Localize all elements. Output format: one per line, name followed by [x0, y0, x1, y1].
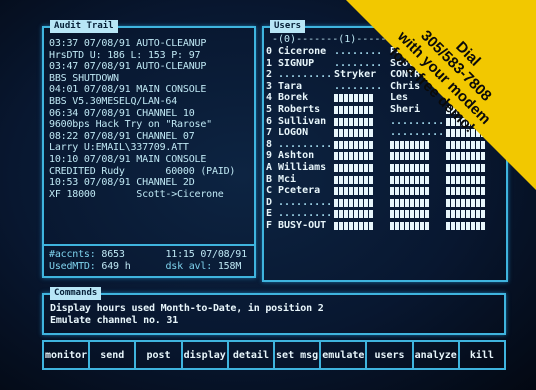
- usedmtd-value: 649 h: [101, 260, 131, 272]
- slot-id: D: [266, 196, 273, 208]
- slot-id: 0: [266, 46, 273, 57]
- audit-trail-title: Audit Trail: [50, 20, 118, 33]
- accounts-stat-row: #accnts: 8653 11:15 07/08/91: [49, 249, 250, 261]
- audit-divider: [44, 244, 254, 246]
- audit-log-line: XF 18000 Scott->Cicerone: [49, 188, 224, 200]
- slot-id: C: [266, 185, 273, 197]
- audit-log-line: HrsDTD U: 186 L: 153 P: 97: [49, 49, 201, 61]
- emulate-button[interactable]: emulate: [321, 342, 368, 368]
- busy-block: [446, 210, 486, 219]
- terminal-screen: Audit Trail 03:37 07/08/91 AUTO-CLEANUP …: [0, 0, 536, 390]
- command-output: Display hours used Month-to-Date, in pos…: [50, 303, 324, 326]
- busy-block: [334, 210, 374, 219]
- clock-time: 11:15 07/08/91: [165, 249, 247, 260]
- audit-log-line: CREDITED Rudy 60000 (PAID): [49, 165, 236, 177]
- busy-block: [334, 221, 374, 230]
- monitor-button[interactable]: monitor: [44, 342, 91, 368]
- audit-log-line: 10:53 07/08/91 CHANNEL 2D: [49, 177, 195, 189]
- user-slot-col0: .........: [278, 69, 330, 81]
- slot-id: 1: [266, 57, 273, 69]
- user-slot-col0: .........: [278, 138, 330, 150]
- users-title: Users: [270, 20, 306, 33]
- slot-id: 9: [266, 150, 273, 162]
- audit-log-line: 10:10 07/08/91 MAIN CONSOLE: [49, 153, 207, 165]
- slot-id: 6: [266, 115, 273, 127]
- slot-id: 5: [266, 103, 273, 115]
- usedmtd-label: UsedMTD:: [49, 260, 96, 272]
- accnts-label: #accnts:: [49, 249, 96, 260]
- audit-log-line: 03:37 07/08/91 AUTO-CLEANUP: [49, 38, 207, 49]
- detail-button[interactable]: detail: [229, 342, 276, 368]
- audit-trail-panel: Audit Trail 03:37 07/08/91 AUTO-CLEANUP …: [42, 20, 256, 278]
- busy-block: [390, 221, 430, 230]
- user-slot-row[interactable]: E.........: [266, 208, 504, 220]
- user-slot-col0: Mci: [278, 173, 297, 185]
- user-slot-col2: [390, 220, 442, 234]
- user-slot-col0: Cicerone: [278, 46, 327, 57]
- slot-id: E: [266, 208, 273, 220]
- display-button[interactable]: display: [183, 342, 229, 368]
- command-line: Emulate channel no. 31: [50, 314, 179, 326]
- busy-block: [390, 210, 430, 219]
- command-line: Display hours used Month-to-Date, in pos…: [50, 303, 324, 314]
- user-slot-col0: .........: [278, 208, 330, 220]
- user-slot-col0: Borek: [278, 92, 309, 104]
- user-slot-col0: .........: [278, 196, 330, 208]
- audit-log-line: 04:01 07/08/91 MAIN CONSOLE: [49, 84, 207, 96]
- busy-block: [390, 198, 430, 207]
- user-slot-col0: Roberts: [278, 103, 321, 115]
- user-slot-col0: Ashton: [278, 150, 315, 162]
- audit-log-line: Larry U:EMAIL\337709.ATT: [49, 142, 189, 154]
- audit-log-line: 03:47 07/08/91 AUTO-CLEANUP: [49, 61, 207, 73]
- user-slot-col1: [334, 220, 384, 234]
- send-button[interactable]: send: [90, 342, 137, 368]
- post-button[interactable]: post: [136, 342, 183, 368]
- audit-log-line: BBS SHUTDOWN: [49, 72, 119, 84]
- audit-stats: #accnts: 8653 11:15 07/08/91 UsedMTD: 64…: [49, 249, 250, 272]
- busy-block: [446, 198, 486, 207]
- commands-title: Commands: [50, 287, 102, 300]
- audit-log-line: 08:22 07/08/91 CHANNEL 07: [49, 130, 195, 142]
- user-slot-col3: [446, 220, 502, 234]
- audit-log-line: 06:34 07/08/91 CHANNEL 10: [49, 107, 195, 119]
- users-button[interactable]: users: [367, 342, 414, 368]
- set-msg-button[interactable]: set msg: [275, 342, 322, 368]
- user-slot-row[interactable]: F BUSY-OUT: [266, 220, 504, 232]
- slot-id: A: [266, 161, 273, 173]
- kill-button[interactable]: kill: [460, 342, 504, 368]
- busy-block: [446, 221, 486, 230]
- user-slot-col0: Tara: [278, 80, 303, 92]
- user-slot-col0: Williams: [278, 161, 327, 173]
- user-slot-col0: Pcetera: [278, 185, 321, 197]
- audit-log-line: BBS V5.30MESELQ/LAN-64: [49, 95, 178, 107]
- slot-id: 4: [266, 92, 273, 104]
- user-slot-col0: Sullivan: [278, 115, 327, 127]
- analyze-button[interactable]: analyze: [414, 342, 460, 368]
- dsk-value: 158M: [217, 260, 242, 272]
- commands-panel: Commands Display hours used Month-to-Dat…: [42, 287, 506, 335]
- user-slot-col0: BUSY-OUT: [278, 219, 327, 231]
- slot-id: F: [266, 219, 273, 231]
- slot-id: 3: [266, 80, 273, 92]
- slot-id: 7: [266, 127, 273, 139]
- slot-id: 8: [266, 138, 273, 150]
- function-key-bar: monitor send post display detail set msg…: [42, 340, 506, 370]
- audit-log-list: 03:37 07/08/91 AUTO-CLEANUP HrsDTD U: 18…: [49, 38, 250, 200]
- busy-block: [334, 198, 374, 207]
- accnts-value: 8653: [101, 249, 125, 260]
- user-slot-col0: LOGON: [278, 127, 309, 139]
- usage-stat-row: UsedMTD: 649 h dsk avl: 158M: [49, 261, 250, 273]
- slot-id: 2: [266, 69, 273, 81]
- user-slot-row[interactable]: D.........: [266, 197, 504, 209]
- audit-log-line: 9600bps Hack Try on "Rarose": [49, 119, 212, 131]
- slot-id: B: [266, 173, 273, 185]
- dsk-label: dsk avl:: [165, 260, 213, 272]
- user-slot-col0: SIGNUP: [278, 57, 315, 69]
